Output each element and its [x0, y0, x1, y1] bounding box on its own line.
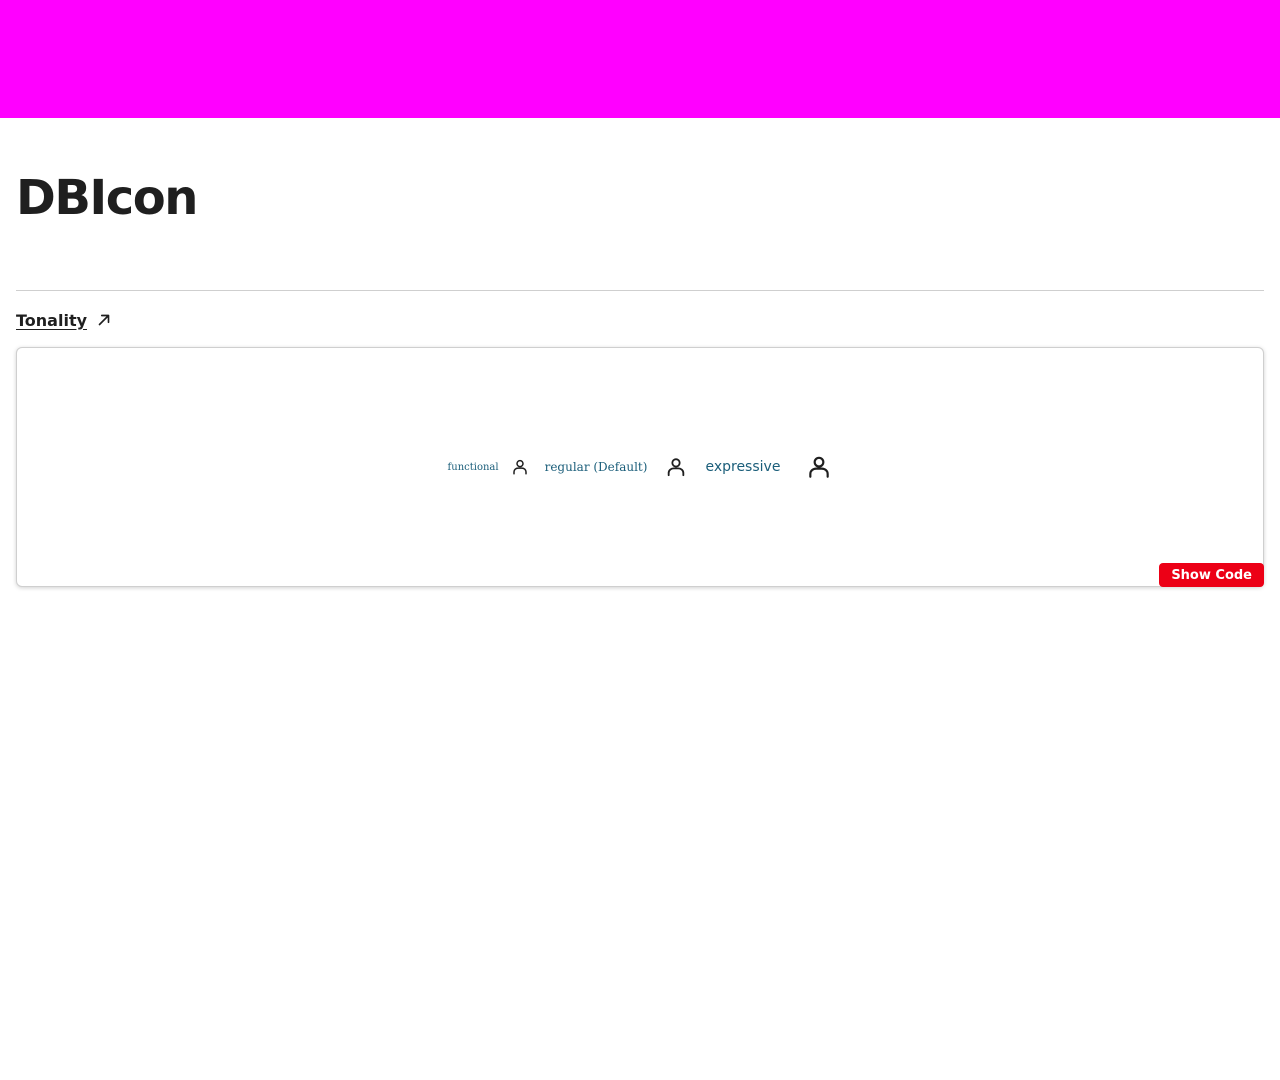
top-banner [0, 0, 1280, 118]
variant-expressive: expressive [705, 454, 832, 480]
variant-regular: regular (Default) [545, 456, 706, 478]
variant-label: expressive [705, 459, 781, 475]
variant-label: regular (Default) [544, 460, 648, 474]
variant-label: functional [447, 461, 499, 473]
person-icon [668, 458, 685, 477]
divider [16, 290, 1264, 291]
icon-variant-row: functional regular (Default) expressive [17, 348, 1263, 586]
arrow-up-right-icon [98, 314, 110, 326]
tonality-link[interactable]: Tonality [16, 308, 113, 332]
tonality-link-label: Tonality [16, 310, 88, 330]
variant-functional: functional [448, 458, 545, 476]
person-icon [809, 456, 830, 478]
page-title: DBIcon [16, 170, 198, 226]
show-code-button[interactable]: Show Code [1159, 563, 1264, 587]
preview-card: functional regular (Default) expressive … [16, 347, 1264, 587]
person-icon [512, 459, 527, 475]
